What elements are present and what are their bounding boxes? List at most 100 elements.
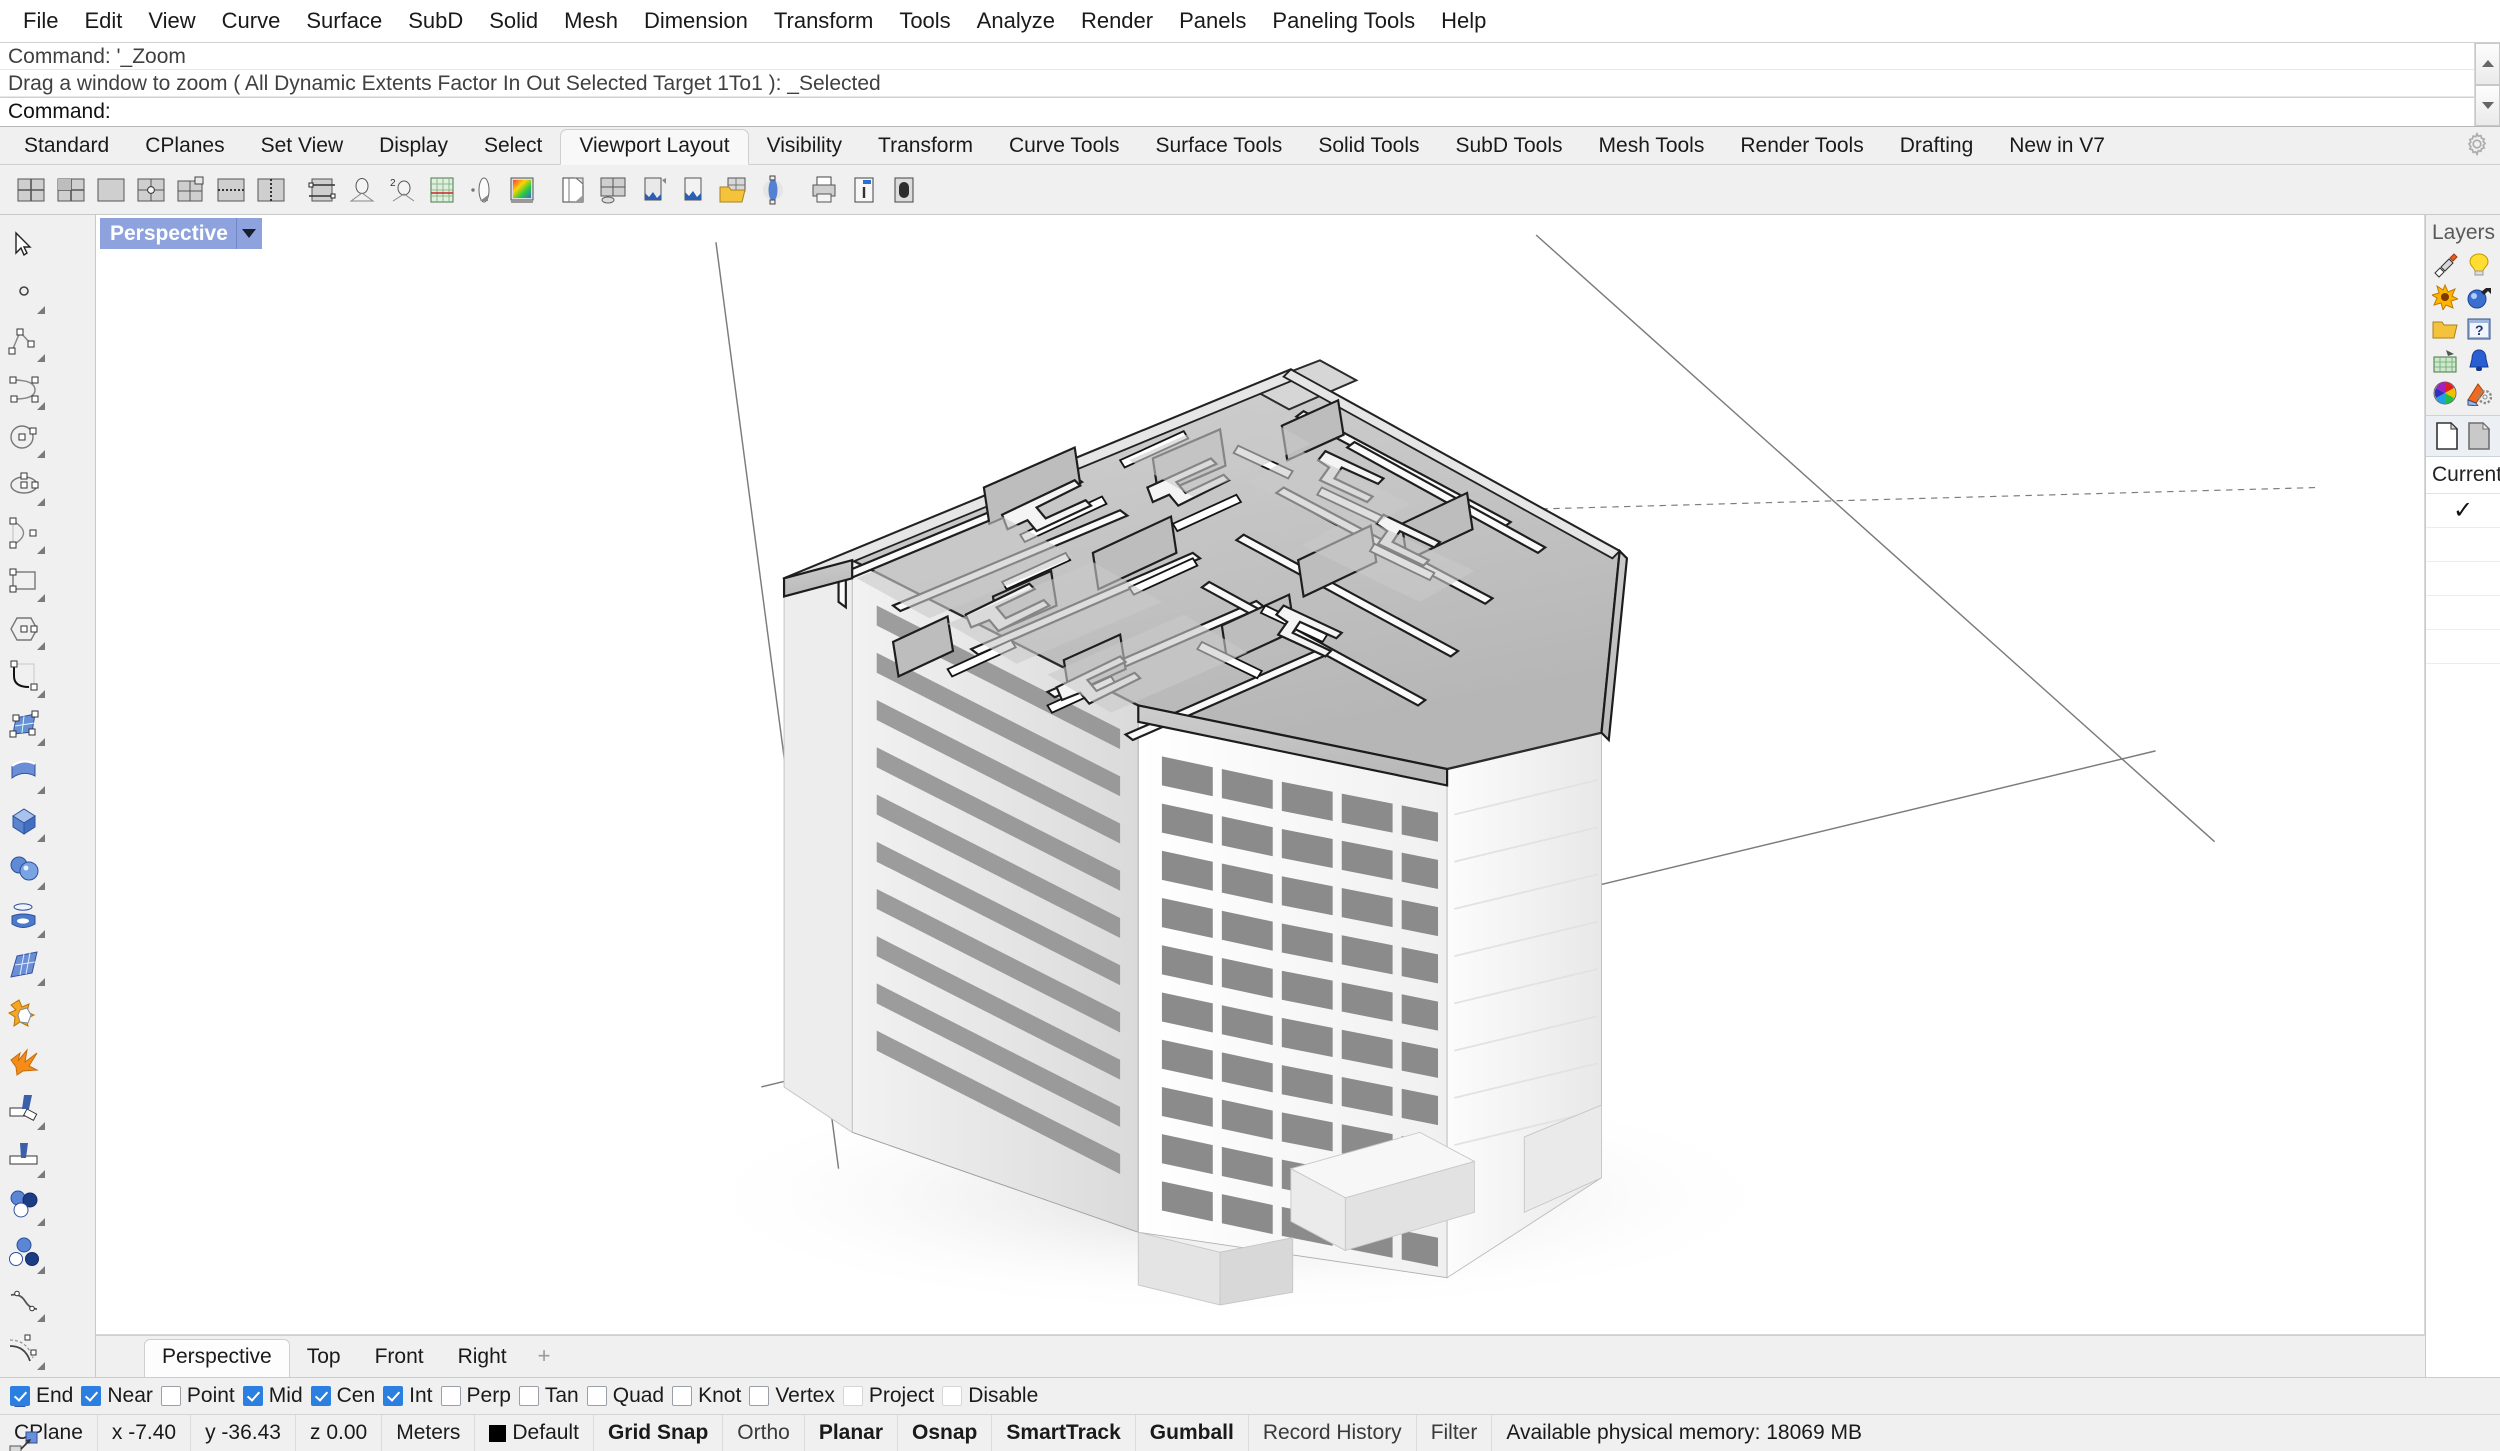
display-mode-color-icon[interactable] xyxy=(503,171,541,209)
checkbox-project[interactable] xyxy=(842,1386,863,1406)
boolean-union-icon[interactable] xyxy=(0,989,48,1037)
background-bitmap-icon[interactable] xyxy=(674,171,712,209)
table-row[interactable] xyxy=(2426,528,2500,562)
surface-network-icon[interactable] xyxy=(0,941,48,989)
sphere-icon[interactable] xyxy=(0,845,48,893)
print-preview-icon[interactable] xyxy=(845,171,883,209)
checkbox-int[interactable] xyxy=(383,1386,404,1406)
tab-surface-tools[interactable]: Surface Tools xyxy=(1137,130,1300,164)
four-viewport-layout-icon[interactable] xyxy=(52,171,90,209)
menu-help[interactable]: Help xyxy=(1428,6,1499,36)
curve-interpolated-icon[interactable] xyxy=(0,365,48,413)
gear-icon[interactable] xyxy=(2464,131,2490,157)
grid-options-icon[interactable] xyxy=(423,171,461,209)
checkbox-cen[interactable] xyxy=(310,1386,331,1406)
tab-display[interactable]: Display xyxy=(361,130,466,164)
bell-notification-icon[interactable] xyxy=(2462,345,2496,377)
viewport-tab-right[interactable]: Right xyxy=(441,1340,524,1377)
polyline-icon[interactable] xyxy=(0,317,48,365)
menu-transform[interactable]: Transform xyxy=(761,6,886,36)
status-toggle-osnap[interactable]: Osnap xyxy=(898,1415,993,1451)
checkbox-disable[interactable] xyxy=(942,1386,963,1406)
viewport-title-bar[interactable]: Perspective xyxy=(100,218,262,249)
status-toggle-smarttrack[interactable]: SmartTrack xyxy=(992,1415,1136,1451)
split-viewport-vertical-icon[interactable] xyxy=(12,171,50,209)
detail-viewport-icon[interactable] xyxy=(594,171,632,209)
checkbox-near[interactable] xyxy=(81,1386,102,1406)
select-arrow-icon[interactable] xyxy=(0,221,48,269)
checkbox-point[interactable] xyxy=(160,1386,181,1406)
new-layer-icon[interactable] xyxy=(2434,421,2460,451)
osnap-point[interactable]: Point xyxy=(160,1384,241,1408)
tab-render-tools[interactable]: Render Tools xyxy=(1722,130,1881,164)
status-layer[interactable]: Default xyxy=(475,1415,594,1451)
circle-icon[interactable] xyxy=(0,413,48,461)
osnap-cen[interactable]: Cen xyxy=(310,1384,382,1408)
checkbox-quad[interactable] xyxy=(586,1386,607,1406)
boolean-split-icon[interactable] xyxy=(0,1229,48,1277)
polygon-icon[interactable] xyxy=(0,605,48,653)
menu-surface[interactable]: Surface xyxy=(293,6,395,36)
tab-transform[interactable]: Transform xyxy=(860,130,991,164)
osnap-perp[interactable]: Perp xyxy=(440,1384,517,1408)
trim-icon[interactable] xyxy=(0,1085,48,1133)
menu-analyze[interactable]: Analyze xyxy=(964,6,1068,36)
menu-file[interactable]: File xyxy=(10,6,71,36)
named-view-icon[interactable] xyxy=(343,171,381,209)
osnap-quad[interactable]: Quad xyxy=(586,1384,670,1408)
checkbox-end[interactable] xyxy=(10,1386,30,1406)
tab-set-view[interactable]: Set View xyxy=(243,130,362,164)
split-icon[interactable] xyxy=(0,1133,48,1181)
add-viewport-tab-icon[interactable]: + xyxy=(524,1338,565,1377)
tab-new-in-v7[interactable]: New in V7 xyxy=(1991,130,2123,164)
tab-solid-tools[interactable]: Solid Tools xyxy=(1300,130,1437,164)
checkbox-knot[interactable] xyxy=(672,1386,693,1406)
viewport-properties-icon[interactable] xyxy=(132,171,170,209)
arc-icon[interactable] xyxy=(0,509,48,557)
page-layout-icon[interactable] xyxy=(554,171,592,209)
layer-paint-icon[interactable] xyxy=(2428,249,2462,281)
extrude-surface-icon[interactable] xyxy=(0,749,48,797)
menu-panels[interactable]: Panels xyxy=(1166,6,1259,36)
clipping-plane-icon[interactable] xyxy=(463,171,501,209)
menu-paneling-tools[interactable]: Paneling Tools xyxy=(1259,6,1428,36)
open-layout-folder-icon[interactable] xyxy=(714,171,752,209)
single-viewport-icon[interactable] xyxy=(92,171,130,209)
table-row[interactable]: ✓ xyxy=(2426,494,2500,528)
viewport-tab-top[interactable]: Top xyxy=(290,1340,358,1377)
tab-curve-tools[interactable]: Curve Tools xyxy=(991,130,1138,164)
checkbox-vertex[interactable] xyxy=(749,1386,770,1406)
status-toggle-grid-snap[interactable]: Grid Snap xyxy=(594,1415,724,1451)
tab-viewport-layout[interactable]: Viewport Layout xyxy=(560,129,749,165)
boolean-difference-icon[interactable] xyxy=(0,1181,48,1229)
rectangle-icon[interactable] xyxy=(0,557,48,605)
folder-icon[interactable] xyxy=(2428,313,2462,345)
table-row[interactable] xyxy=(2426,630,2500,664)
menu-dimension[interactable]: Dimension xyxy=(631,6,761,36)
two-point-perspective-icon[interactable]: 2 xyxy=(383,171,421,209)
tab-mesh-tools[interactable]: Mesh Tools xyxy=(1581,130,1723,164)
osnap-project[interactable]: Project xyxy=(842,1384,940,1408)
osnap-tan[interactable]: Tan xyxy=(518,1384,585,1408)
osnap-near[interactable]: Near xyxy=(81,1384,159,1408)
surface-from-points-icon[interactable] xyxy=(0,701,48,749)
menu-edit[interactable]: Edit xyxy=(71,6,135,36)
layers-list[interactable]: Current ✓ xyxy=(2426,457,2500,1377)
blend-curve-icon[interactable] xyxy=(0,1277,48,1325)
viewport-menu-dropdown[interactable] xyxy=(235,218,262,249)
move-icon[interactable] xyxy=(0,1421,48,1451)
wallpaper-icon[interactable] xyxy=(634,171,672,209)
command-input[interactable]: Command: xyxy=(0,97,2474,126)
status-toggle-planar[interactable]: Planar xyxy=(805,1415,899,1451)
light-bulb-icon[interactable] xyxy=(2462,249,2496,281)
table-row[interactable] xyxy=(2426,562,2500,596)
synchronize-views-icon[interactable] xyxy=(303,171,341,209)
fillet-curves-icon[interactable] xyxy=(0,653,48,701)
offset-curve-icon[interactable] xyxy=(0,1325,48,1373)
checkbox-perp[interactable] xyxy=(440,1386,461,1406)
split-vertical-dashed-icon[interactable] xyxy=(252,171,290,209)
help-window-icon[interactable]: ? xyxy=(2462,313,2496,345)
status-toggle-gumball[interactable]: Gumball xyxy=(1136,1415,1249,1451)
status-toggle-filter[interactable]: Filter xyxy=(1417,1415,1493,1451)
ellipse-icon[interactable] xyxy=(0,461,48,509)
